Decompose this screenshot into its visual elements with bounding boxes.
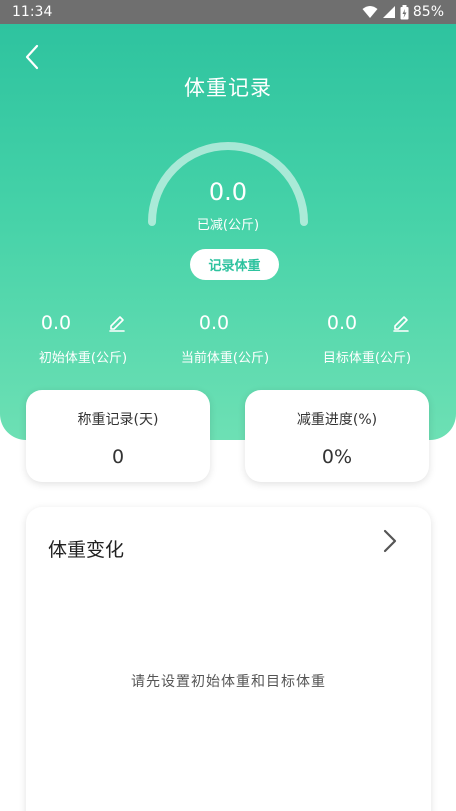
edit-initial-weight-icon[interactable] [107, 312, 127, 332]
weigh-days-title: 称重记录(天) [77, 412, 159, 428]
chevron-right-icon[interactable] [379, 527, 401, 555]
initial-weight-value: 0.0 [40, 312, 72, 334]
status-icons: 85% [362, 4, 444, 20]
edit-target-weight-icon[interactable] [391, 312, 411, 332]
loss-progress-value: 0% [321, 446, 353, 468]
weigh-days-value: 0 [111, 446, 125, 468]
battery-icon [400, 4, 409, 19]
weight-record-screen: 11:34 85% 体重记录 0.0 已减(公斤) 记录体重 0.0 初始体重(… [0, 0, 456, 811]
status-bar: 11:34 85% [0, 0, 456, 24]
weight-change-title: 体重变化 [48, 539, 125, 561]
loss-progress-card[interactable]: 减重进度(%) 0% [245, 390, 429, 482]
signal-icon [382, 6, 395, 18]
page-title: 体重记录 [184, 76, 272, 100]
target-weight-value: 0.0 [326, 312, 358, 334]
weight-lost-value: 0.0 [208, 178, 248, 206]
current-weight-label: 当前体重(公斤) [180, 351, 270, 366]
weight-lost-label: 已减(公斤) [196, 218, 260, 233]
wifi-icon [362, 6, 378, 18]
back-chevron-icon[interactable] [18, 42, 48, 72]
target-weight-label: 目标体重(公斤) [322, 351, 412, 366]
weight-change-card: 体重变化 请先设置初始体重和目标体重 [26, 507, 431, 811]
initial-weight-label: 初始体重(公斤) [38, 351, 128, 366]
chart-empty-message: 请先设置初始体重和目标体重 [131, 674, 326, 690]
loss-progress-title: 减重进度(%) [296, 412, 378, 428]
weigh-days-card[interactable]: 称重记录(天) 0 [26, 390, 210, 482]
current-weight-value: 0.0 [198, 312, 230, 334]
record-weight-button[interactable]: 记录体重 [190, 249, 279, 280]
battery-percent: 85% [412, 4, 444, 20]
status-time: 11:34 [12, 4, 53, 20]
